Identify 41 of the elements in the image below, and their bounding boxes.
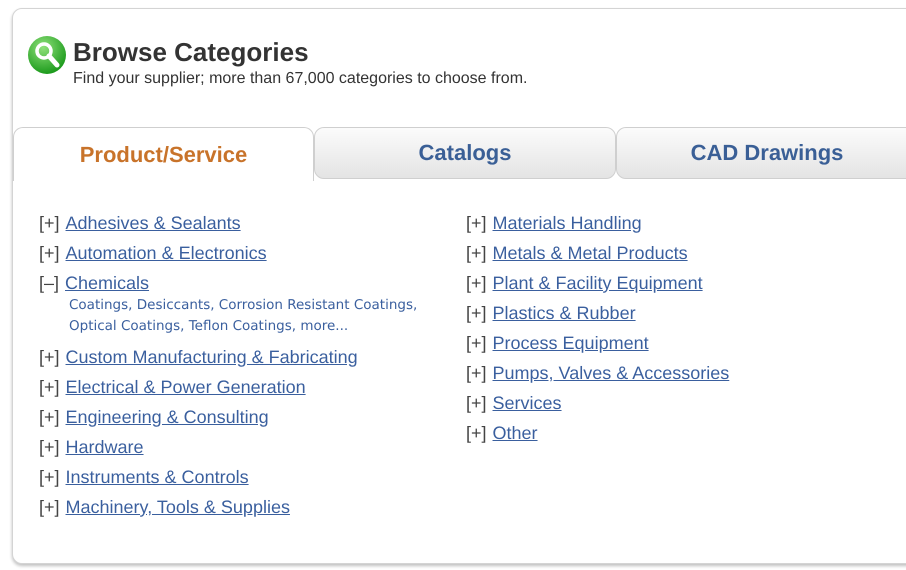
expand-toggle[interactable]: [+] bbox=[466, 271, 487, 295]
expand-toggle[interactable]: [+] bbox=[39, 375, 60, 399]
expand-toggle[interactable]: [+] bbox=[39, 435, 60, 459]
page-title: Browse Categories bbox=[73, 37, 310, 67]
category-link[interactable]: Process Equipment bbox=[492, 331, 649, 355]
category-link[interactable]: Adhesives & Sealants bbox=[66, 211, 241, 235]
category-link[interactable]: Other bbox=[492, 421, 538, 445]
expand-toggle[interactable]: [+] bbox=[39, 211, 60, 235]
search-icon bbox=[27, 35, 67, 75]
category-link[interactable]: Services bbox=[492, 391, 562, 415]
category-link[interactable]: Chemicals bbox=[65, 271, 150, 295]
expand-toggle[interactable]: [+] bbox=[466, 241, 487, 265]
expand-toggle[interactable]: [+] bbox=[39, 405, 60, 429]
expand-toggle[interactable]: [+] bbox=[466, 391, 487, 415]
subcategory-list: Coatings, Desiccants, Corrosion Resistant Coatings, Optical Coatings, Teflon Coatings, more... bbox=[69, 295, 444, 337]
expand-toggle[interactable]: [+] bbox=[466, 301, 487, 325]
expand-toggle[interactable]: [+] bbox=[466, 361, 487, 385]
category-link[interactable]: Machinery, Tools & Supplies bbox=[66, 495, 290, 519]
expand-toggle[interactable]: [+] bbox=[39, 465, 60, 489]
expand-toggle[interactable]: [–] bbox=[39, 271, 60, 295]
expand-toggle[interactable]: [+] bbox=[466, 211, 487, 235]
tab[interactable]: Catalogs bbox=[314, 127, 616, 179]
category-link[interactable]: Automation & Electronics bbox=[66, 241, 267, 265]
category-link[interactable]: Engineering & Consulting bbox=[66, 405, 269, 429]
tab[interactable]: Product/Service bbox=[13, 127, 314, 181]
category-link[interactable]: Metals & Metal Products bbox=[492, 241, 688, 265]
expand-toggle[interactable]: [+] bbox=[39, 241, 60, 265]
category-link[interactable]: Hardware bbox=[66, 435, 144, 459]
category-link[interactable]: Plastics & Rubber bbox=[492, 301, 636, 325]
category-link[interactable]: Plant & Facility Equipment bbox=[492, 271, 703, 295]
expand-toggle[interactable]: [+] bbox=[466, 421, 487, 445]
category-link[interactable]: Custom Manufacturing & Fabricating bbox=[66, 345, 358, 369]
expand-toggle[interactable]: [+] bbox=[39, 345, 60, 369]
tab[interactable]: CAD Drawings bbox=[616, 127, 906, 179]
expand-toggle[interactable]: [+] bbox=[466, 331, 487, 355]
expand-toggle[interactable]: [+] bbox=[39, 495, 60, 519]
category-link[interactable]: Instruments & Controls bbox=[66, 465, 249, 489]
page-subtitle: Find your supplier; more than 67,000 categories to choose from. bbox=[73, 69, 528, 89]
category-link[interactable]: Materials Handling bbox=[492, 211, 642, 235]
category-link[interactable]: Electrical & Power Generation bbox=[66, 375, 306, 399]
category-link[interactable]: Pumps, Valves & Accessories bbox=[492, 361, 730, 385]
